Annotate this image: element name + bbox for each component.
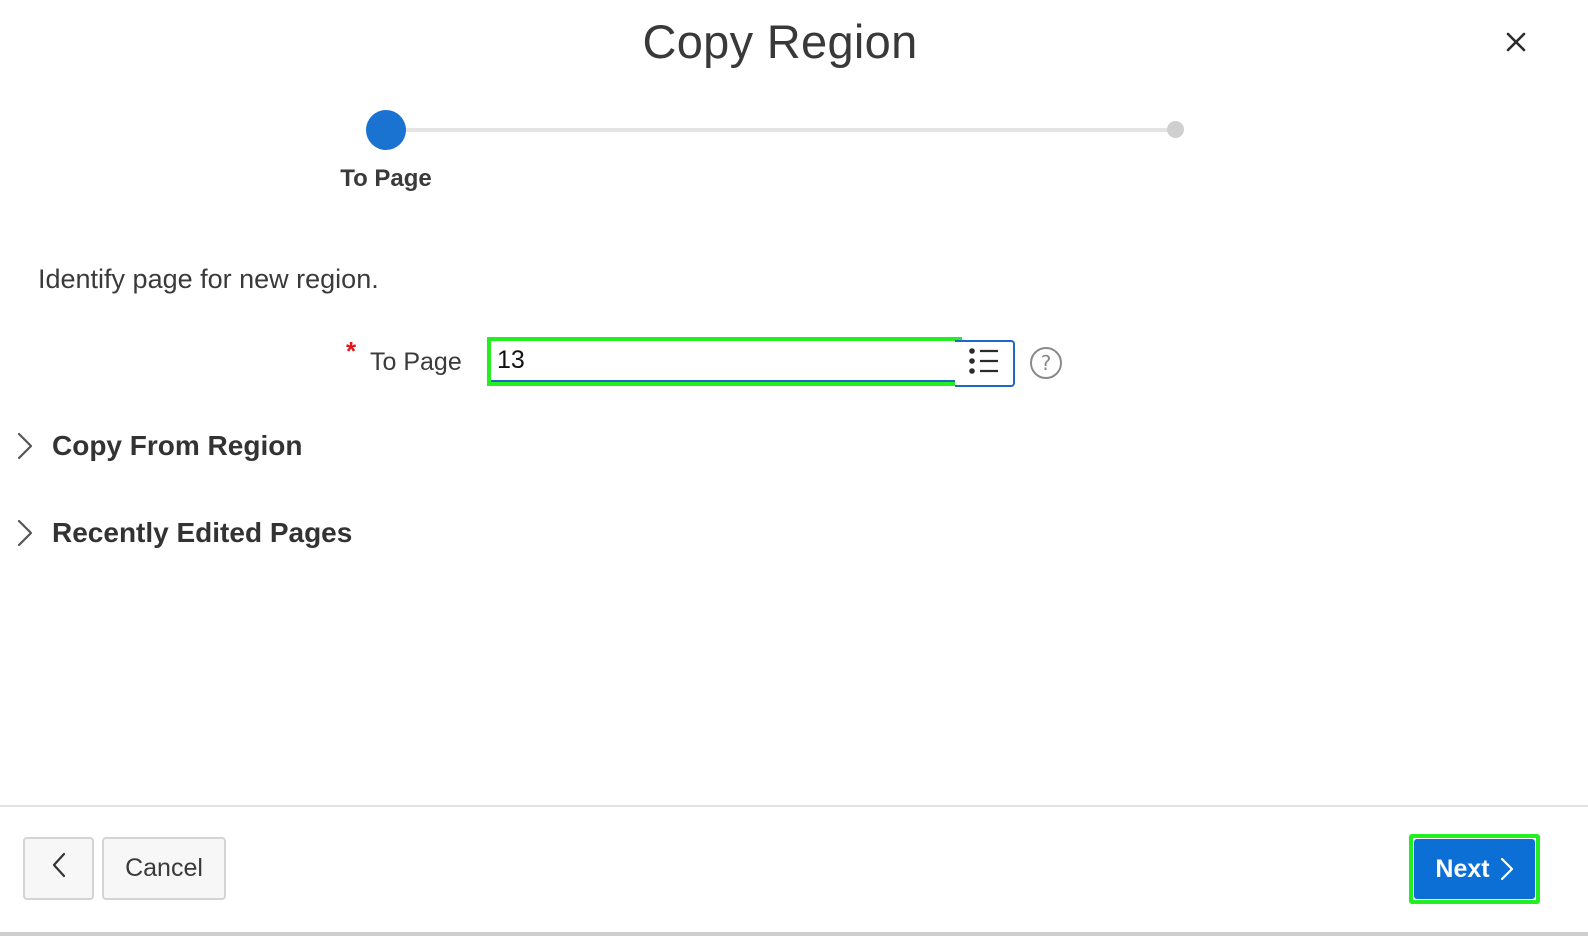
wizard-step-label: To Page (340, 165, 432, 192)
required-indicator: * (346, 336, 357, 366)
to-page-list-button[interactable] (955, 340, 1015, 387)
recently-edited-pages-toggle[interactable]: Recently Edited Pages (12, 513, 352, 553)
back-button[interactable] (23, 837, 94, 900)
instruction-text: Identify page for new region. (38, 264, 379, 294)
chevron-right-icon (12, 517, 38, 549)
footer-divider (0, 805, 1588, 807)
dialog-bottom-edge (0, 932, 1588, 936)
to-page-input-wrapper (487, 337, 962, 386)
cancel-button[interactable]: Cancel (102, 837, 226, 900)
next-button-label: Next (1435, 854, 1490, 883)
list-icon (968, 347, 1000, 380)
copy-from-region-title: Copy From Region (52, 430, 303, 461)
to-page-input[interactable] (491, 341, 958, 382)
chevron-right-icon (1500, 857, 1514, 881)
to-page-label: To Page (370, 348, 462, 376)
help-icon: ? (1040, 351, 1052, 375)
close-icon (1506, 32, 1526, 57)
close-button[interactable] (1494, 26, 1538, 62)
recently-edited-pages-title: Recently Edited Pages (52, 517, 353, 548)
chevron-right-icon (12, 430, 38, 462)
wizard-step-to-page-marker (366, 110, 406, 150)
next-button[interactable]: Next (1414, 839, 1535, 899)
wizard-step-final-marker (1167, 121, 1184, 138)
wizard-progress-track (400, 128, 1176, 132)
dialog-title: Copy Region (642, 15, 918, 68)
to-page-help-button[interactable]: ? (1030, 347, 1062, 379)
copy-region-dialog: Copy Region To Page Identify page for ne… (0, 0, 1588, 948)
chevron-left-icon (51, 852, 67, 885)
copy-from-region-toggle[interactable]: Copy From Region (12, 426, 302, 466)
